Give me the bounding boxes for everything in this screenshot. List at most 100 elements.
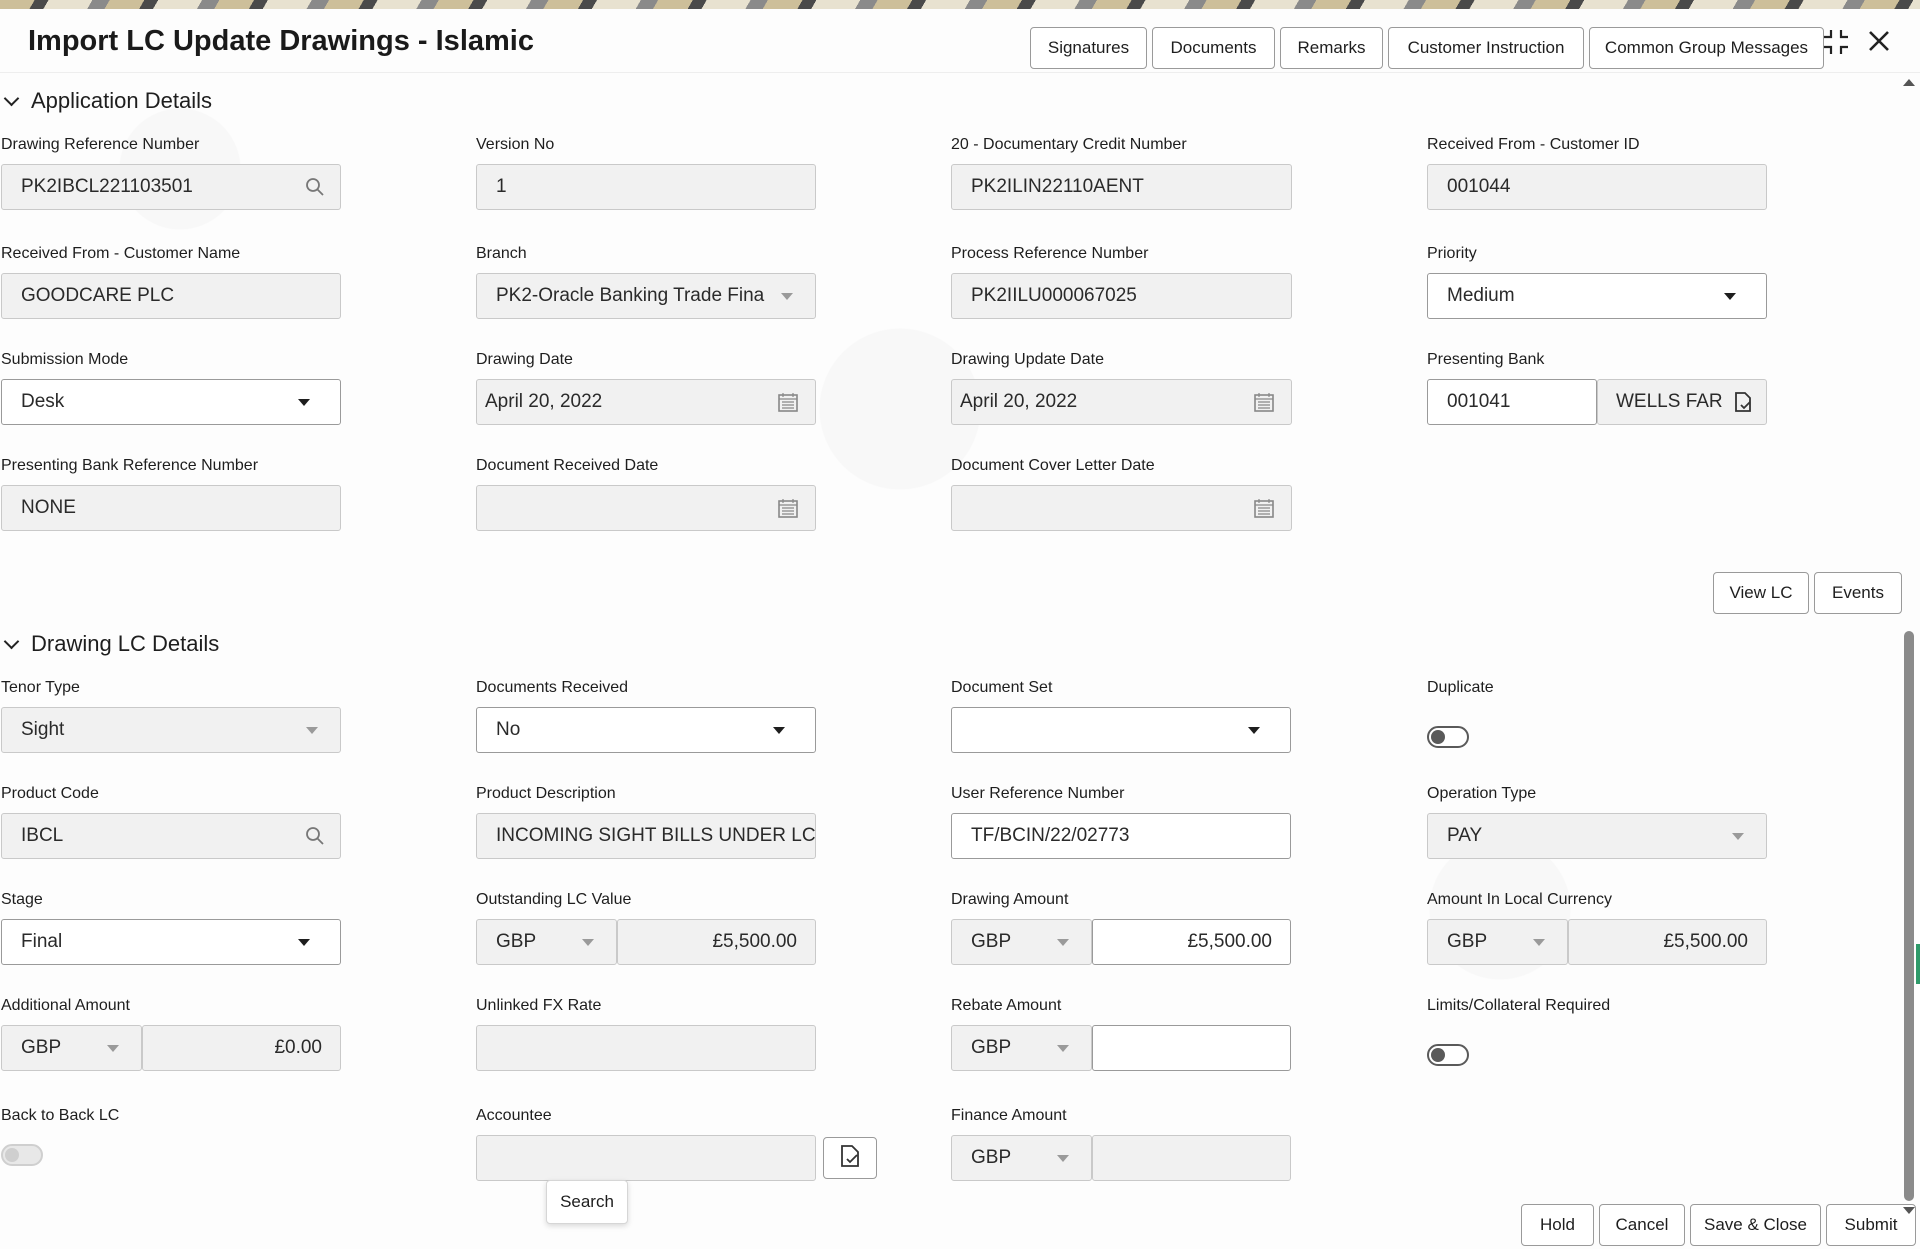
- outstanding-lc-value-amount: £5,500.00: [617, 919, 816, 965]
- branch-select[interactable]: PK2-Oracle Banking Trade Fina: [476, 273, 816, 319]
- signatures-button[interactable]: Signatures: [1030, 27, 1147, 69]
- stage-select[interactable]: Final: [1, 919, 341, 965]
- limits-collateral-required-toggle[interactable]: [1427, 1044, 1469, 1066]
- presenting-bank-reference-number-label: Presenting Bank Reference Number: [1, 457, 258, 475]
- lookup-document-icon: [839, 1144, 861, 1173]
- submission-mode-value: Desk: [21, 391, 64, 413]
- presenting-bank-label: Presenting Bank: [1427, 351, 1544, 369]
- calendar-icon[interactable]: [1253, 497, 1275, 519]
- stage-value: Final: [21, 931, 62, 953]
- outstanding-lc-value-currency-value: GBP: [496, 931, 536, 953]
- finance-amount-currency: GBP: [951, 1135, 1092, 1181]
- chevron-down-icon: [1732, 833, 1744, 840]
- search-icon[interactable]: [304, 176, 326, 198]
- product-description-label: Product Description: [476, 785, 616, 803]
- documents-button[interactable]: Documents: [1152, 27, 1275, 69]
- scrollbar-thumb[interactable]: [1904, 631, 1914, 1201]
- branch-value: PK2-Oracle Banking Trade Fina: [496, 285, 764, 307]
- user-reference-number-label: User Reference Number: [951, 785, 1124, 803]
- remarks-button[interactable]: Remarks: [1280, 27, 1383, 69]
- duplicate-label: Duplicate: [1427, 679, 1494, 697]
- limits-collateral-required-label: Limits/Collateral Required: [1427, 997, 1610, 1015]
- product-description-value: INCOMING SIGHT BILLS UNDER LC: [496, 825, 816, 847]
- drawing-amount-input[interactable]: £5,500.00: [1092, 919, 1291, 965]
- document-set-select[interactable]: [951, 707, 1291, 753]
- user-reference-number-input[interactable]: TF/BCIN/22/02773: [951, 813, 1291, 859]
- priority-select[interactable]: Medium: [1427, 273, 1767, 319]
- common-group-messages-button[interactable]: Common Group Messages: [1589, 27, 1824, 69]
- calendar-icon[interactable]: [777, 391, 799, 413]
- branch-label: Branch: [476, 245, 527, 263]
- received-from-customer-name-value: GOODCARE PLC: [21, 285, 174, 307]
- document-received-date-field[interactable]: [476, 485, 816, 531]
- application-details-section-toggle[interactable]: Application Details: [6, 88, 212, 114]
- chevron-down-icon: [298, 399, 310, 406]
- documents-received-select[interactable]: No: [476, 707, 816, 753]
- lookup-document-icon[interactable]: [1732, 391, 1754, 413]
- drawing-lc-details-title: Drawing LC Details: [31, 631, 219, 657]
- maximize-icon[interactable]: [1822, 28, 1850, 63]
- chevron-down-icon: [4, 633, 20, 649]
- customer-instruction-button[interactable]: Customer Instruction: [1388, 27, 1584, 69]
- scroll-up-arrow[interactable]: [1903, 79, 1915, 86]
- scroll-down-arrow[interactable]: [1903, 1207, 1915, 1214]
- drawing-date-field[interactable]: April 20, 2022: [476, 379, 816, 425]
- document-cover-letter-date-field[interactable]: [951, 485, 1292, 531]
- received-from-customer-id-value: 001044: [1447, 176, 1510, 198]
- events-button[interactable]: Events: [1814, 572, 1902, 614]
- version-no-label: Version No: [476, 136, 554, 154]
- document-cover-letter-date-label: Document Cover Letter Date: [951, 457, 1155, 475]
- finance-amount-field: [1092, 1135, 1291, 1181]
- chevron-down-icon: [1248, 727, 1260, 734]
- product-code-field[interactable]: IBCL: [1, 813, 341, 859]
- presenting-bank-code-value: 001041: [1447, 391, 1510, 413]
- version-no-value: 1: [496, 176, 507, 198]
- close-icon[interactable]: [1866, 28, 1892, 61]
- search-icon[interactable]: [304, 825, 326, 847]
- calendar-icon[interactable]: [1253, 391, 1275, 413]
- calendar-icon[interactable]: [777, 497, 799, 519]
- additional-amount-currency: GBP: [1, 1025, 142, 1071]
- chevron-down-icon: [298, 939, 310, 946]
- chevron-down-icon: [1057, 1155, 1069, 1162]
- process-reference-number-field: PK2IILU000067025: [951, 273, 1292, 319]
- operation-type-value: PAY: [1447, 825, 1482, 847]
- process-reference-number-label: Process Reference Number: [951, 245, 1148, 263]
- tenor-type-label: Tenor Type: [1, 679, 80, 697]
- duplicate-toggle[interactable]: [1427, 726, 1469, 748]
- presenting-bank-code-input[interactable]: 001041: [1427, 379, 1597, 425]
- priority-label: Priority: [1427, 245, 1477, 263]
- chevron-down-icon: [1057, 939, 1069, 946]
- document-received-date-label: Document Received Date: [476, 457, 658, 475]
- rebate-amount-currency-value: GBP: [971, 1037, 1011, 1059]
- documents-received-label: Documents Received: [476, 679, 628, 697]
- accountee-lookup-button[interactable]: [823, 1137, 877, 1179]
- document-set-label: Document Set: [951, 679, 1052, 697]
- received-from-customer-name-label: Received From - Customer Name: [1, 245, 240, 263]
- drawing-date-label: Drawing Date: [476, 351, 573, 369]
- import-lc-update-drawings-window: Import LC Update Drawings - Islamic Sign…: [0, 9, 1920, 1249]
- tenor-type-select: Sight: [1, 707, 341, 753]
- hold-button[interactable]: Hold: [1521, 1204, 1594, 1246]
- chevron-down-icon: [781, 293, 793, 300]
- save-close-button[interactable]: Save & Close: [1690, 1204, 1821, 1246]
- drawing-lc-details-section-toggle[interactable]: Drawing LC Details: [6, 631, 219, 657]
- drawing-update-date-label: Drawing Update Date: [951, 351, 1104, 369]
- amount-in-local-currency-label: Amount In Local Currency: [1427, 891, 1612, 909]
- cancel-button[interactable]: Cancel: [1599, 1204, 1685, 1246]
- drawing-update-date-value: April 20, 2022: [960, 391, 1077, 413]
- drawing-update-date-field[interactable]: April 20, 2022: [951, 379, 1292, 425]
- drawing-amount-value: £5,500.00: [1187, 931, 1272, 953]
- side-tab-indicator: [1916, 944, 1920, 984]
- chevron-down-icon: [107, 1045, 119, 1052]
- submission-mode-select[interactable]: Desk: [1, 379, 341, 425]
- rebate-amount-input[interactable]: [1092, 1025, 1291, 1071]
- product-code-label: Product Code: [1, 785, 99, 803]
- received-from-customer-id-field: 001044: [1427, 164, 1767, 210]
- outstanding-lc-value-currency: GBP: [476, 919, 617, 965]
- additional-amount-currency-value: GBP: [21, 1037, 61, 1059]
- priority-value: Medium: [1447, 285, 1515, 307]
- drawing-reference-number-field[interactable]: PK2IBCL221103501: [1, 164, 341, 210]
- received-from-customer-id-label: Received From - Customer ID: [1427, 136, 1640, 154]
- view-lc-button[interactable]: View LC: [1713, 572, 1809, 614]
